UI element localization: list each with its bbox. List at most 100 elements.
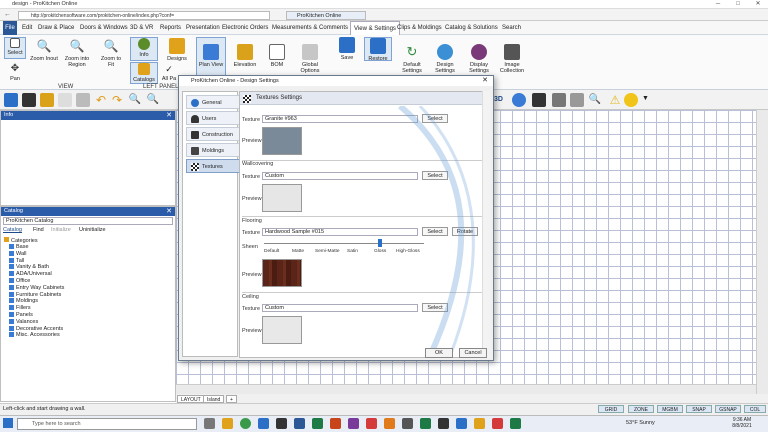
undo-icon[interactable]: ↶: [94, 93, 108, 107]
nav-users[interactable]: Users: [186, 111, 240, 125]
menu-presentation[interactable]: Presentation: [186, 21, 220, 35]
close-window-button[interactable]: ✕: [748, 0, 768, 9]
print-icon[interactable]: [58, 93, 72, 107]
catalog-close-icon[interactable]: ✕: [166, 207, 172, 215]
chrome-icon[interactable]: [240, 418, 251, 429]
dialog-scrollbar[interactable]: [482, 91, 490, 358]
tab-layout[interactable]: LAYOUT: [177, 395, 205, 403]
list-item[interactable]: Wall: [9, 251, 27, 258]
taskview-icon[interactable]: [204, 418, 215, 429]
onenote-icon[interactable]: [348, 418, 359, 429]
zoom-icon[interactable]: 🔍: [128, 93, 142, 107]
list-item[interactable]: Office: [9, 278, 30, 285]
list-item[interactable]: Moldings: [9, 298, 38, 305]
save-button[interactable]: Save: [334, 37, 360, 61]
catalog-tab-find[interactable]: Find: [33, 227, 44, 233]
zoom-inout-button[interactable]: 🔍 Zoom Inout: [30, 38, 58, 62]
menu-catalog-solutions[interactable]: Catalog & Solutions: [445, 21, 498, 35]
menu-edit[interactable]: Edit: [22, 21, 32, 35]
app8-icon[interactable]: [474, 418, 485, 429]
redo-icon[interactable]: ↷: [110, 93, 124, 107]
warning-icon[interactable]: ⚠: [608, 93, 622, 107]
zoom-region-button[interactable]: 🔍 Zoom into Region: [60, 38, 94, 68]
design-settings-button[interactable]: Design Settings: [430, 44, 460, 74]
app7-icon[interactable]: [456, 418, 467, 429]
dialog-close-button[interactable]: ✕: [479, 76, 491, 86]
ok-button[interactable]: OK: [425, 348, 453, 358]
list-item[interactable]: Misc. Accessories: [9, 332, 60, 339]
catalog-root[interactable]: Categories: [4, 237, 38, 244]
globe-icon[interactable]: [512, 93, 526, 107]
elevation-button[interactable]: Elevation: [230, 44, 260, 68]
catalog-tab-catalog[interactable]: Catalog: [3, 227, 22, 233]
list-item[interactable]: Entry Way Cabinets: [9, 285, 64, 292]
menu-view-settings[interactable]: View & Settings: [350, 21, 400, 35]
menu-measurements[interactable]: Measurements & Comments: [272, 21, 348, 35]
menu-3d-vr[interactable]: 3D & VR: [130, 21, 153, 35]
windows-start-icon[interactable]: [3, 418, 13, 428]
image-collection-button[interactable]: Image Collection: [497, 44, 527, 74]
info-close-icon[interactable]: ✕: [166, 111, 172, 119]
menu-file[interactable]: File: [3, 21, 17, 35]
zoom-out-icon[interactable]: 🔍: [146, 93, 160, 107]
mgbm-toggle[interactable]: MGBM: [657, 405, 683, 413]
menu-search[interactable]: Search: [502, 21, 521, 35]
menu-draw-place[interactable]: Draw & Place: [38, 21, 74, 35]
cancel-button[interactable]: Cancel: [459, 348, 487, 358]
zone-toggle[interactable]: ZONE: [628, 405, 654, 413]
app3-icon[interactable]: [384, 418, 395, 429]
list-item[interactable]: Base: [9, 244, 29, 251]
app-icon[interactable]: [276, 418, 287, 429]
menu-electronic-orders[interactable]: Electronic Orders: [222, 21, 268, 35]
3d-view-icon[interactable]: 3D: [494, 93, 508, 107]
back-icon[interactable]: ←: [4, 11, 11, 18]
canvas-vertical-scrollbar[interactable]: [756, 110, 768, 394]
global-options-button[interactable]: Global Options: [294, 44, 326, 74]
word-icon[interactable]: [294, 418, 305, 429]
catalog-select[interactable]: ProKitchen Catalog: [3, 217, 173, 225]
default-settings-button[interactable]: ↻ Default Settings: [398, 44, 426, 74]
catalogs-button[interactable]: Catalogs: [130, 62, 158, 84]
edge-icon[interactable]: [258, 418, 269, 429]
bom-button[interactable]: BOM: [264, 44, 290, 68]
list-item[interactable]: Fillers: [9, 305, 31, 312]
all-panels-button[interactable]: ✓ All Pa: [160, 64, 178, 82]
search-tool-icon[interactable]: 🔍: [588, 93, 602, 107]
smiley-icon[interactable]: [624, 93, 638, 107]
menu-reports[interactable]: Reports: [160, 21, 181, 35]
nav-moldings[interactable]: Moldings: [186, 143, 240, 157]
sheen-slider-thumb[interactable]: [378, 239, 382, 247]
display-settings-button[interactable]: Display Settings: [464, 44, 494, 74]
app2-icon[interactable]: [366, 418, 377, 429]
select-button[interactable]: Select: [4, 37, 26, 59]
powerpoint-icon[interactable]: [330, 418, 341, 429]
grid-toggle[interactable]: GRID: [598, 405, 624, 413]
app4-icon[interactable]: [402, 418, 413, 429]
app9-icon[interactable]: [492, 418, 503, 429]
address-bar[interactable]: http://prokitchensoftware.com/prokitchen…: [18, 10, 270, 20]
list-item[interactable]: ADA/Universal: [9, 271, 52, 278]
app10-icon[interactable]: [510, 418, 521, 429]
nav-general[interactable]: General: [186, 95, 240, 109]
cut-icon[interactable]: [76, 93, 90, 107]
list-item[interactable]: Valances: [9, 319, 38, 326]
file-explorer-icon[interactable]: [222, 418, 233, 429]
excel-icon[interactable]: [312, 418, 323, 429]
taskbar-search-input[interactable]: Type here to search: [17, 418, 197, 430]
info-button[interactable]: Info: [130, 37, 158, 61]
pan-button[interactable]: ✥ Pan: [4, 64, 26, 83]
list-item[interactable]: Tall: [9, 258, 24, 265]
col-toggle[interactable]: COL: [744, 405, 766, 413]
open-folder-icon[interactable]: [40, 93, 54, 107]
tab-add[interactable]: +: [226, 395, 237, 403]
clock[interactable]: 9:36 AM 8/8/2021: [730, 417, 754, 429]
tab-island[interactable]: Island: [203, 395, 225, 403]
minimize-button[interactable]: ─: [708, 0, 728, 9]
plan-view-button[interactable]: Plan View: [196, 37, 226, 79]
app6-icon[interactable]: [438, 418, 449, 429]
list-item[interactable]: Furniture Cabinets: [9, 292, 61, 299]
elevation-tool-icon[interactable]: [552, 93, 566, 107]
new-icon[interactable]: [4, 93, 18, 107]
nav-textures[interactable]: Textures: [186, 159, 240, 173]
app5-icon[interactable]: [420, 418, 431, 429]
